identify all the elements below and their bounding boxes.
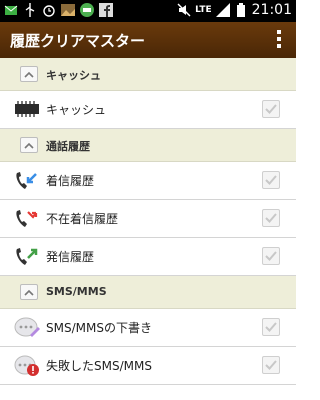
usb-icon — [23, 3, 37, 17]
section-label: 通話履歴 — [46, 140, 90, 153]
checkbox[interactable] — [262, 247, 280, 265]
item-label: 不在着信履歴 — [46, 212, 119, 226]
item-label: 着信履歴 — [46, 174, 95, 188]
battery-icon — [234, 3, 248, 17]
missed-call-icon — [14, 208, 38, 230]
history-list: キャッシュ キャッシュ 通話履歴 着信履歴 不在着信履歴 発信履歴 SMS/MM… — [0, 58, 296, 385]
checkbox[interactable] — [262, 171, 280, 189]
list-item-failed-sms[interactable]: 失敗したSMS/MMS — [0, 347, 296, 385]
checkbox[interactable] — [262, 209, 280, 227]
section-label: SMS/MMS — [46, 285, 107, 298]
collapse-toggle[interactable] — [20, 284, 38, 300]
chevron-up-icon — [24, 142, 34, 149]
app-notification-icon — [80, 3, 94, 17]
failed-message-icon — [14, 355, 39, 377]
image-notification-icon — [61, 3, 75, 17]
facebook-icon — [99, 3, 113, 17]
memory-chip-icon — [14, 99, 39, 121]
list-item-missed-calls[interactable]: 不在着信履歴 — [0, 200, 296, 238]
collapse-toggle[interactable] — [20, 66, 38, 82]
section-header-cache[interactable]: キャッシュ — [0, 58, 296, 91]
chevron-up-icon — [24, 71, 34, 78]
list-item-sms-drafts[interactable]: SMS/MMSの下書き — [0, 309, 296, 347]
signal-strength-icon — [215, 3, 230, 17]
item-label: 発信履歴 — [46, 250, 95, 264]
clock: 21:01 — [251, 2, 292, 18]
app-bar: 履歴クリアマスター — [0, 22, 296, 58]
checkbox[interactable] — [262, 356, 280, 374]
app-title: 履歴クリアマスター — [10, 32, 146, 50]
incoming-call-icon — [14, 170, 38, 192]
lte-label: LTE — [195, 5, 212, 15]
overflow-menu-icon[interactable] — [276, 28, 282, 52]
outgoing-call-icon — [14, 246, 38, 268]
item-label: SMS/MMSの下書き — [46, 321, 152, 335]
list-item-cache[interactable]: キャッシュ — [0, 91, 296, 129]
item-label: 失敗したSMS/MMS — [46, 359, 152, 373]
list-item-incoming-calls[interactable]: 着信履歴 — [0, 162, 296, 200]
section-label: キャッシュ — [46, 69, 101, 82]
notification-icons — [4, 3, 113, 17]
section-header-sms-mms[interactable]: SMS/MMS — [0, 276, 296, 309]
chevron-up-icon — [24, 289, 34, 296]
mute-icon — [177, 3, 191, 17]
collapse-toggle[interactable] — [20, 137, 38, 153]
list-item-outgoing-calls[interactable]: 発信履歴 — [0, 238, 296, 276]
system-status: LTE 21:01 — [177, 2, 292, 18]
draft-message-icon — [14, 317, 40, 339]
status-bar: LTE 21:01 — [0, 0, 296, 22]
section-header-call-history[interactable]: 通話履歴 — [0, 129, 296, 162]
checkbox[interactable] — [262, 318, 280, 336]
mail-notification-icon — [4, 3, 18, 17]
checkbox[interactable] — [262, 100, 280, 118]
item-label: キャッシュ — [46, 103, 107, 117]
alarm-icon — [42, 3, 56, 17]
